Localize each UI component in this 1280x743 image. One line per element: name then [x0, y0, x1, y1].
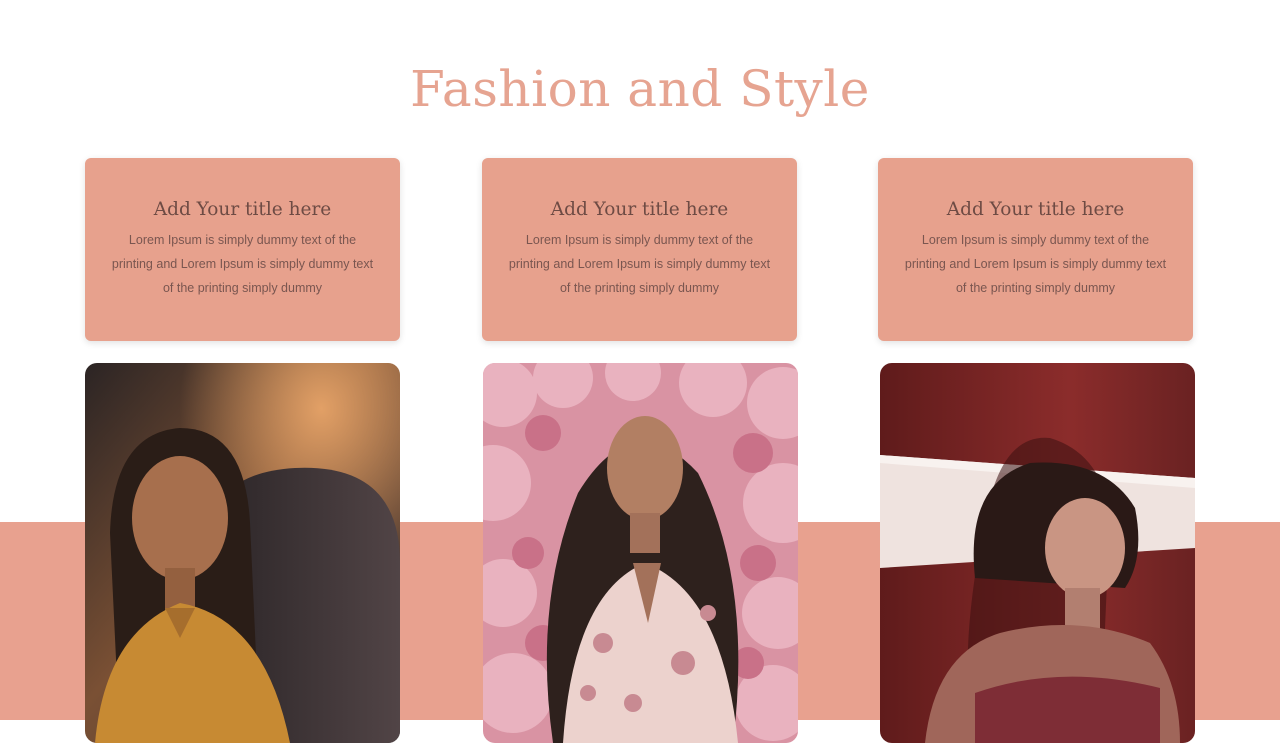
card-title: Add Your title here	[946, 199, 1125, 220]
text-card-3: Add Your title here Lorem Ipsum is simpl…	[878, 158, 1193, 341]
card-body: Lorem Ipsum is simply dummy text of the …	[904, 233, 1167, 295]
text-card-2: Add Your title here Lorem Ipsum is simpl…	[482, 158, 797, 341]
card-title: Add Your title here	[550, 199, 729, 220]
portrait-pink-blossoms-image	[483, 363, 798, 743]
card-body: Lorem Ipsum is simply dummy text of the …	[111, 233, 374, 295]
fashion-photo-1	[85, 363, 400, 743]
portrait-golden-light-image	[85, 363, 400, 743]
text-card-1: Add Your title here Lorem Ipsum is simpl…	[85, 158, 400, 341]
portrait-red-wall-image	[880, 363, 1195, 743]
fashion-photo-3	[880, 363, 1195, 743]
card-title: Add Your title here	[153, 199, 332, 220]
fashion-photo-2	[483, 363, 798, 743]
slide-title: Fashion and Style	[410, 60, 870, 118]
card-body: Lorem Ipsum is simply dummy text of the …	[508, 233, 771, 295]
